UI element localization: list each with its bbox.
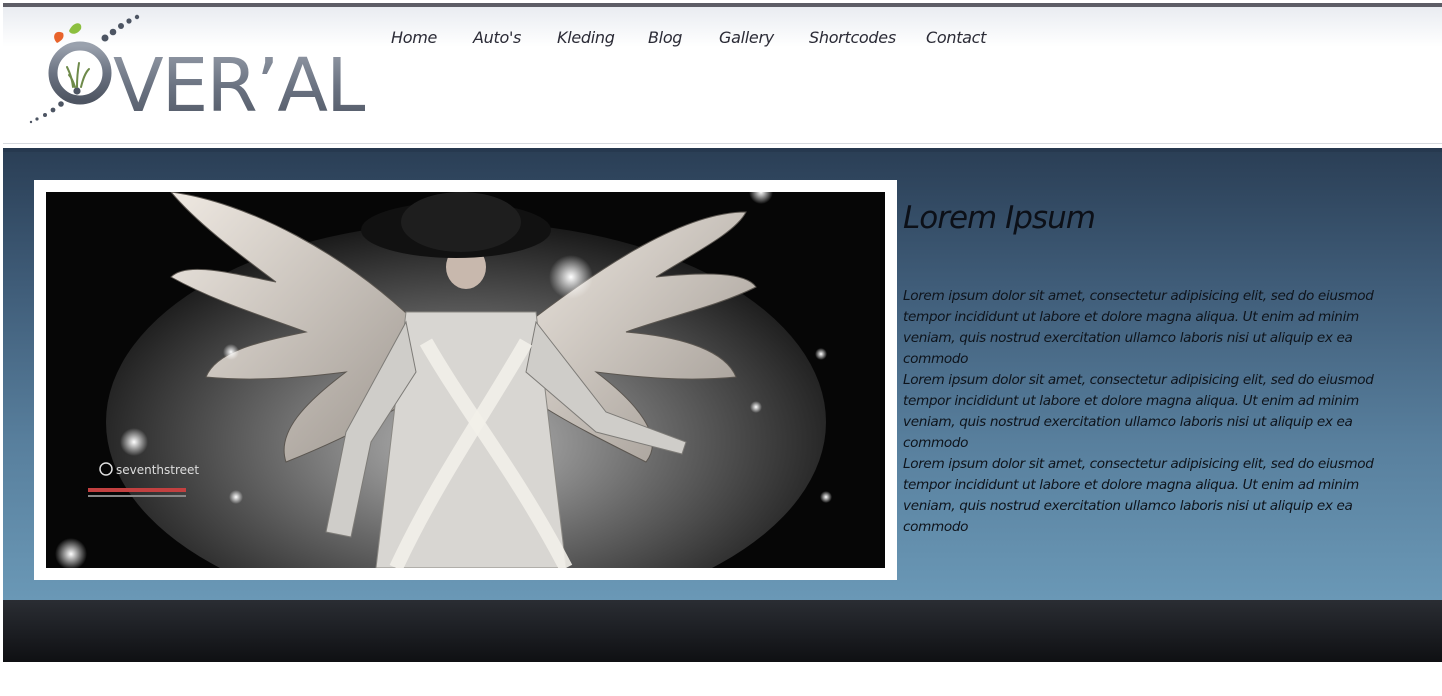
nav-item-kleding[interactable]: Kleding	[557, 28, 615, 47]
hero-top-divider	[3, 148, 1442, 152]
content-paragraph: Lorem ipsum dolor sit amet, consectetur …	[903, 456, 1374, 535]
content-paragraph: Lorem ipsum dolor sit amet, consectetur …	[903, 372, 1374, 451]
nav-item-gallery[interactable]: Gallery	[719, 28, 774, 47]
logo-wordmark: VER’ALL	[113, 43, 365, 127]
nav-item-shortcodes[interactable]: Shortcodes	[809, 28, 896, 47]
nav-item-blog[interactable]: Blog	[648, 28, 682, 47]
nav-item-home[interactable]: Home	[391, 28, 437, 47]
featured-image-frame: seventhstreet	[34, 180, 897, 580]
featured-image-angel[interactable]: seventhstreet	[46, 192, 885, 568]
nav-item-contact[interactable]: Contact	[926, 28, 986, 47]
hero-section: seventhstreet Lorem Ipsum Lorem ipsum do…	[3, 148, 1442, 600]
content-heading: Lorem Ipsum	[903, 200, 1096, 236]
site-header: VER’ALL Home Auto's Kleding Blog Gallery…	[3, 7, 1442, 144]
logo-graphic: VER’ALL	[29, 14, 408, 129]
nav-item-autos[interactable]: Auto's	[473, 28, 521, 47]
site-logo[interactable]: VER’ALL	[25, 11, 408, 129]
svg-text:seventhstreet: seventhstreet	[116, 463, 199, 477]
site-footer	[3, 600, 1442, 662]
content-paragraph: Lorem ipsum dolor sit amet, consectetur …	[903, 288, 1374, 367]
